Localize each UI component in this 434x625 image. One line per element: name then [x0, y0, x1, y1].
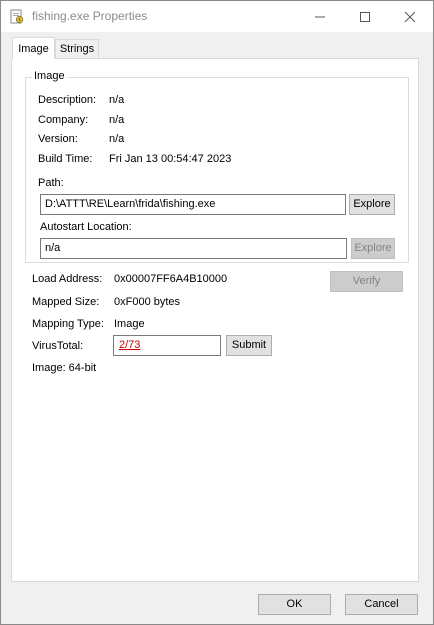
window-title: fishing.exe Properties	[32, 9, 148, 23]
version-value: n/a	[109, 133, 125, 145]
path-label: Path:	[38, 177, 64, 189]
buildtime-value: Fri Jan 13 00:54:47 2023	[109, 153, 232, 165]
company-value: n/a	[109, 114, 125, 126]
load-address-value: 0x00007FF6A4B10000	[114, 273, 228, 285]
mapped-size-label: Mapped Size:	[32, 296, 100, 308]
image-bits-label: Image: 64-bit	[32, 362, 97, 374]
tab-image[interactable]: Image	[12, 37, 55, 59]
buildtime-label: Build Time:	[38, 153, 93, 165]
close-icon	[404, 11, 416, 23]
group-title: Image	[32, 70, 67, 82]
virustotal-field: 2/73	[113, 335, 221, 356]
mapping-type-value: Image	[114, 318, 145, 330]
company-label: Company:	[38, 114, 89, 126]
submit-button[interactable]: Submit	[226, 335, 272, 356]
mapped-size-value: 0xF000 bytes	[114, 296, 181, 308]
autostart-label: Autostart Location:	[40, 221, 132, 233]
description-value: n/a	[109, 94, 125, 106]
app-icon	[10, 9, 24, 24]
title-bar[interactable]: fishing.exe Properties	[1, 1, 433, 32]
maximize-button[interactable]	[342, 1, 388, 32]
cancel-button[interactable]: Cancel	[345, 594, 418, 615]
path-field[interactable]: D:\ATTT\RE\Learn\frida\fishing.exe	[40, 194, 346, 215]
minimize-icon	[315, 16, 325, 18]
autostart-explore-button[interactable]: Explore	[351, 238, 395, 259]
virustotal-link[interactable]: 2/73	[119, 339, 140, 351]
properties-window: fishing.exe Properties Image Strings Ima…	[0, 0, 434, 625]
description-label: Description:	[38, 94, 97, 106]
ok-button[interactable]: OK	[258, 594, 331, 615]
mapping-type-label: Mapping Type:	[32, 318, 104, 330]
verify-button[interactable]: Verify	[330, 271, 403, 292]
tab-strings[interactable]: Strings	[55, 39, 99, 58]
autostart-field[interactable]: n/a	[40, 238, 347, 259]
maximize-icon	[360, 12, 370, 22]
virustotal-label: VirusTotal:	[32, 340, 84, 352]
version-label: Version:	[38, 133, 78, 145]
close-button[interactable]	[387, 1, 433, 32]
path-explore-button[interactable]: Explore	[349, 194, 395, 215]
minimize-button[interactable]	[297, 1, 343, 32]
load-address-label: Load Address:	[32, 273, 103, 285]
